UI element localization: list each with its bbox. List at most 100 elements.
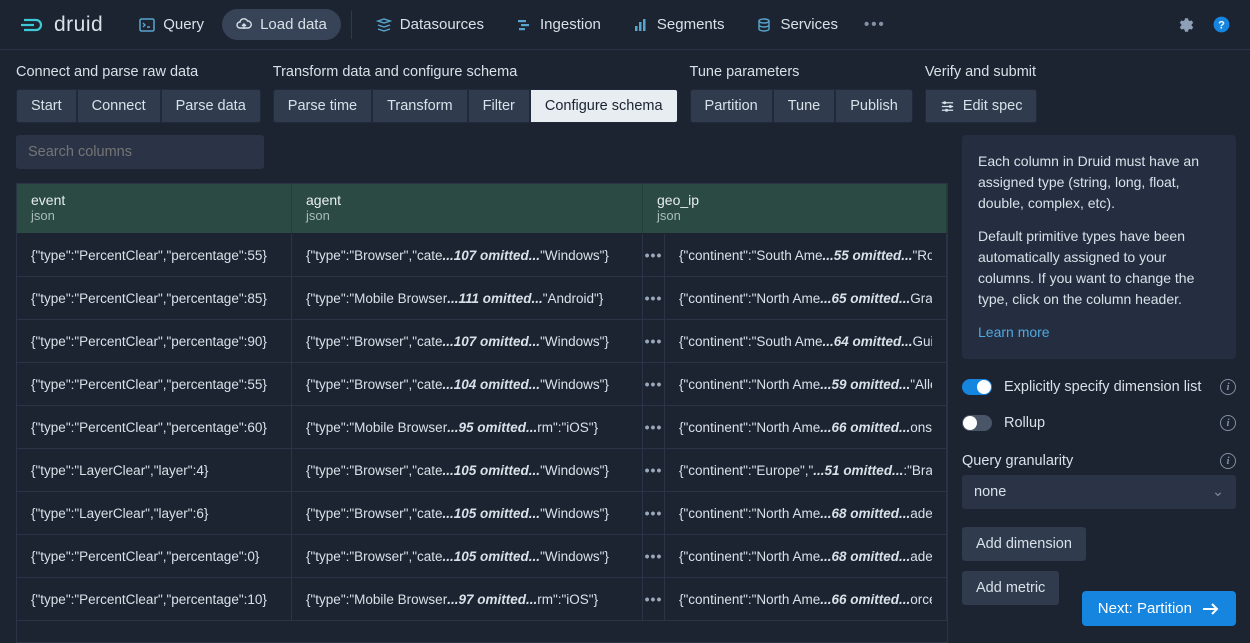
step-partition[interactable]: Partition xyxy=(690,89,773,123)
row-actions[interactable]: ••• xyxy=(643,535,665,577)
step-tune[interactable]: Tune xyxy=(773,89,836,123)
step-group-title: Transform data and configure schema xyxy=(273,64,678,80)
add-metric-button[interactable]: Add metric xyxy=(962,571,1059,605)
nav-datasources[interactable]: Datasources xyxy=(362,9,498,40)
nav-query-label: Query xyxy=(163,16,204,33)
step-publish[interactable]: Publish xyxy=(835,89,913,123)
help-icon: ? xyxy=(1212,15,1231,34)
nav-services[interactable]: Services xyxy=(742,9,852,40)
bars-icon xyxy=(633,17,649,33)
help-button[interactable]: ? xyxy=(1210,14,1232,36)
chevron-down-icon: ⌄ xyxy=(1212,484,1224,500)
cell-agent: {"type":"Mobile Browser ...97 omitted...… xyxy=(292,578,643,620)
table-area: event json agent json geo_ip json {"type… xyxy=(16,135,948,643)
database-icon xyxy=(756,17,772,33)
help-paragraph: Each column in Druid must have an assign… xyxy=(978,151,1220,214)
cell-agent: {"type":"Browser","cate ...105 omitted..… xyxy=(292,449,643,491)
add-dimension-button[interactable]: Add dimension xyxy=(962,527,1086,561)
row-actions[interactable]: ••• xyxy=(643,363,665,405)
granularity-value: none xyxy=(974,484,1006,500)
row-actions[interactable]: ••• xyxy=(643,449,665,491)
table-row: {"type":"PercentClear","percentage":90}{… xyxy=(17,320,947,363)
nav-segments[interactable]: Segments xyxy=(619,9,739,40)
cell-event: {"type":"LayerClear","layer":6} xyxy=(17,492,292,534)
cell-event: {"type":"PercentClear","percentage":55} xyxy=(17,234,292,276)
table-row: {"type":"PercentClear","percentage":85}{… xyxy=(17,277,947,320)
nav-ingestion[interactable]: Ingestion xyxy=(502,9,615,40)
column-type: json xyxy=(306,208,628,223)
cell-geo-ip: {"continent":"North Ame ...66 omitted...… xyxy=(665,406,947,448)
terminal-icon xyxy=(139,17,155,33)
column-header-agent[interactable]: agent json xyxy=(292,184,643,233)
nav-more[interactable]: ••• xyxy=(856,9,894,40)
cell-geo-ip: {"continent":"North Ame ...59 omitted...… xyxy=(665,363,947,405)
column-name: agent xyxy=(306,192,628,208)
row-actions[interactable]: ••• xyxy=(643,277,665,319)
rollup-toggle[interactable] xyxy=(962,415,992,431)
cell-event: {"type":"PercentClear","percentage":0} xyxy=(17,535,292,577)
info-icon[interactable]: i xyxy=(1220,415,1236,431)
logo[interactable]: druid xyxy=(18,11,103,39)
druid-logo-icon xyxy=(18,11,46,39)
step-group-title: Connect and parse raw data xyxy=(16,64,261,80)
cell-agent: {"type":"Mobile Browser ...95 omitted...… xyxy=(292,406,643,448)
row-actions[interactable]: ••• xyxy=(643,492,665,534)
cell-agent: {"type":"Browser","cate ...105 omitted..… xyxy=(292,535,643,577)
column-name: event xyxy=(31,192,277,208)
column-type: json xyxy=(31,208,277,223)
step-group-transform: Transform data and configure schema Pars… xyxy=(273,64,678,123)
info-icon[interactable]: i xyxy=(1220,453,1236,469)
nav-segments-label: Segments xyxy=(657,16,725,33)
table-row: {"type":"PercentClear","percentage":60}{… xyxy=(17,406,947,449)
cell-geo-ip: {"continent":"North Ame ...65 omitted...… xyxy=(665,277,947,319)
row-actions[interactable]: ••• xyxy=(643,234,665,276)
cell-event: {"type":"PercentClear","percentage":60} xyxy=(17,406,292,448)
cell-agent: {"type":"Browser","cate ...105 omitted..… xyxy=(292,492,643,534)
step-filter[interactable]: Filter xyxy=(468,89,530,123)
cell-geo-ip: {"continent":"North Ame ...68 omitted...… xyxy=(665,492,947,534)
row-actions[interactable]: ••• xyxy=(643,320,665,362)
explicit-dimension-toggle[interactable] xyxy=(962,379,992,395)
step-parse-time[interactable]: Parse time xyxy=(273,89,372,123)
brand-text: druid xyxy=(54,13,103,37)
ellipsis-icon: ••• xyxy=(864,16,886,33)
table-row: {"type":"PercentClear","percentage":55}{… xyxy=(17,234,947,277)
cell-event: {"type":"PercentClear","percentage":55} xyxy=(17,363,292,405)
nav-load-data-label: Load data xyxy=(260,16,327,33)
settings-button[interactable] xyxy=(1174,14,1196,36)
step-connect[interactable]: Connect xyxy=(77,89,161,123)
granularity-select[interactable]: none ⌄ xyxy=(962,475,1236,509)
step-group-connect: Connect and parse raw data Start Connect… xyxy=(16,64,261,123)
cloud-upload-icon xyxy=(236,17,252,33)
cell-agent: {"type":"Browser","cate ...107 omitted..… xyxy=(292,234,643,276)
step-transform[interactable]: Transform xyxy=(372,89,468,123)
step-edit-spec[interactable]: Edit spec xyxy=(925,89,1038,123)
learn-more-link[interactable]: Learn more xyxy=(978,324,1050,340)
next-button-label: Next: Partition xyxy=(1098,600,1192,617)
help-paragraph: Default primitive types have been automa… xyxy=(978,226,1220,310)
rollup-label: Rollup xyxy=(1004,415,1220,431)
step-parse-data[interactable]: Parse data xyxy=(161,89,261,123)
svg-text:?: ? xyxy=(1218,19,1225,31)
row-actions[interactable]: ••• xyxy=(643,578,665,620)
cell-geo-ip: {"continent":"North Ame ...66 omitted...… xyxy=(665,578,947,620)
search-columns-input[interactable] xyxy=(16,135,264,169)
next-button[interactable]: Next: Partition xyxy=(1082,591,1236,626)
step-start[interactable]: Start xyxy=(16,89,77,123)
gear-icon xyxy=(1176,16,1194,34)
nav-datasources-label: Datasources xyxy=(400,16,484,33)
arrow-right-icon xyxy=(1202,602,1220,616)
nav-load-data[interactable]: Load data xyxy=(222,9,341,40)
row-actions[interactable]: ••• xyxy=(643,406,665,448)
top-nav: druid Query Load data Datasources Ingest… xyxy=(0,0,1250,50)
nav-query[interactable]: Query xyxy=(125,9,218,40)
step-group-title: Verify and submit xyxy=(925,64,1038,80)
column-header-geo-ip[interactable]: geo_ip json xyxy=(643,184,947,233)
step-group-verify: Verify and submit Edit spec xyxy=(925,64,1038,123)
step-configure-schema[interactable]: Configure schema xyxy=(530,89,678,123)
info-icon[interactable]: i xyxy=(1220,379,1236,395)
cell-geo-ip: {"continent":"Europe"," ...51 omitted...… xyxy=(665,449,947,491)
stack-icon xyxy=(376,17,392,33)
column-header-event[interactable]: event json xyxy=(17,184,292,233)
cell-agent: {"type":"Browser","cate ...104 omitted..… xyxy=(292,363,643,405)
